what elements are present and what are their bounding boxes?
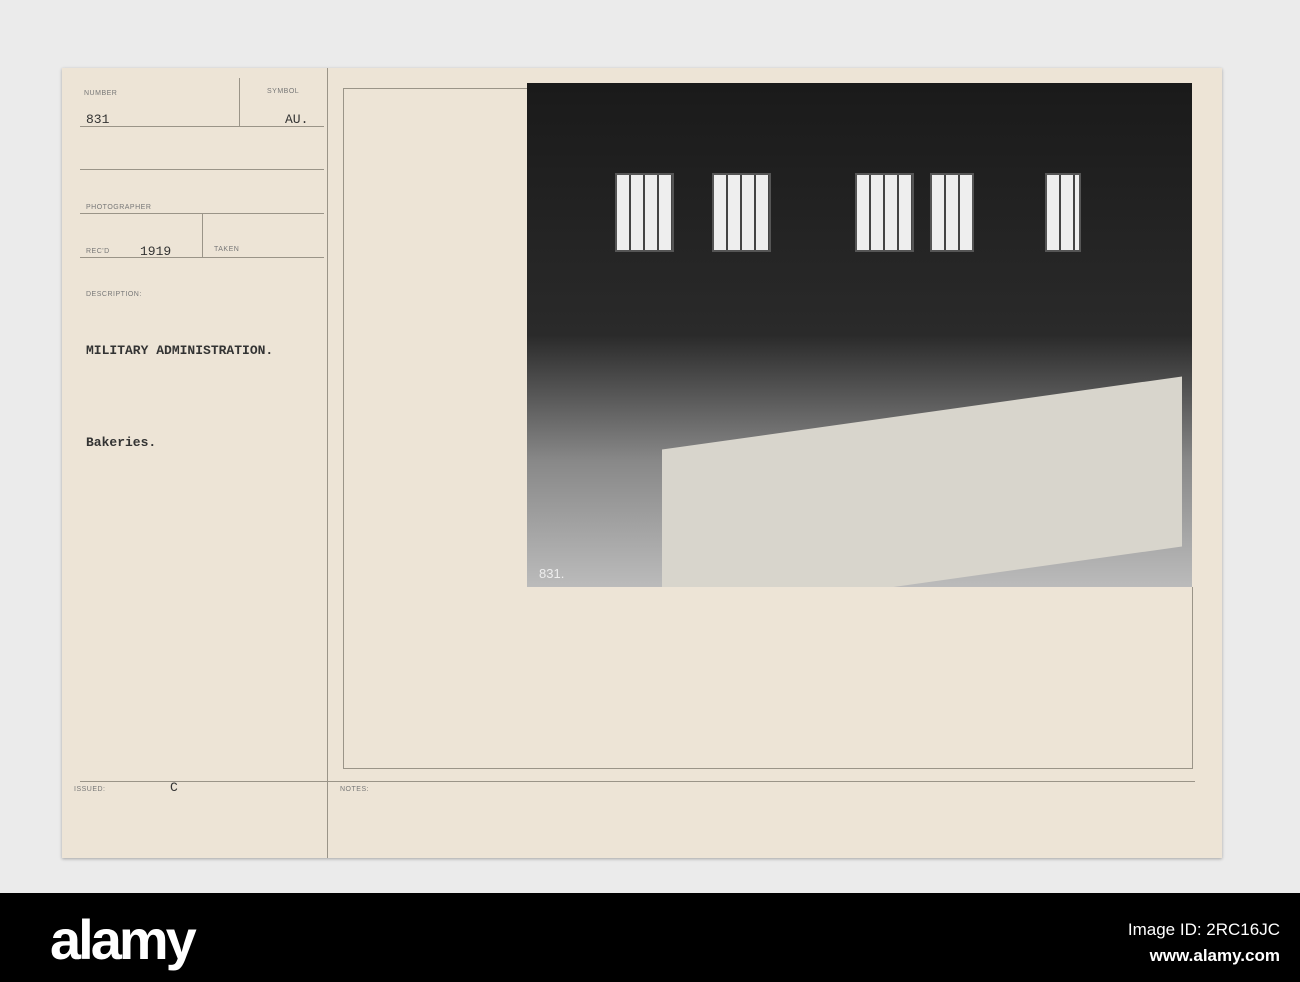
divider (327, 68, 328, 858)
divider (239, 78, 240, 126)
issued-value: C (170, 780, 178, 795)
divider (202, 213, 203, 257)
description-label: DESCRIPTION: (86, 291, 142, 298)
issued-label: ISSUED: (74, 786, 106, 793)
window (855, 173, 914, 252)
symbol-label: SYMBOL (267, 88, 300, 95)
symbol-value: AU. (285, 112, 309, 127)
number-label: NUMBER (84, 90, 118, 97)
divider (343, 88, 344, 768)
window (930, 173, 974, 252)
notes-label: NOTES: (340, 786, 370, 793)
dough-trough (662, 376, 1182, 587)
recd-label: REC'D (86, 248, 110, 255)
archival-card: NUMBER 831 SYMBOL AU. PHOTOGRAPHER REC'D… (62, 68, 1222, 858)
divider (343, 768, 1193, 769)
divider (1192, 587, 1193, 768)
photo-number: 831. (539, 566, 565, 581)
window (1045, 173, 1081, 252)
photographer-label: PHOTOGRAPHER (86, 204, 152, 211)
alamy-logo: alamy (50, 908, 197, 971)
window (712, 173, 771, 252)
divider (80, 126, 324, 127)
window (615, 173, 674, 252)
image-id: Image ID: 2RC16JC (1127, 920, 1280, 939)
divider (343, 88, 527, 89)
description-title: MILITARY ADMINISTRATION. (86, 343, 274, 358)
watermark-footer: alamy Image ID: 2RC16JC www.alamy.com (0, 893, 1300, 982)
image-info: Image ID: 2RC16JC www.alamy.com (1128, 917, 1280, 969)
taken-label: TAKEN (214, 246, 240, 253)
bakery-photograph: 831. (527, 83, 1192, 587)
site-url[interactable]: www.alamy.com (1128, 943, 1280, 969)
number-value: 831 (86, 112, 110, 127)
description-sub: Bakeries. (86, 435, 157, 450)
divider (80, 781, 1195, 782)
divider (80, 257, 324, 258)
divider (80, 169, 324, 170)
